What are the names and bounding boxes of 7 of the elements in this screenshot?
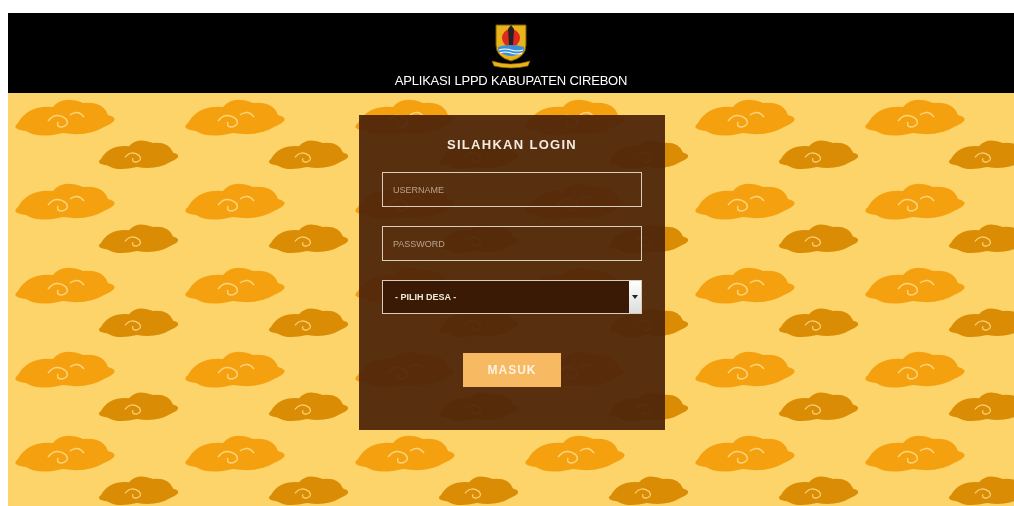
village-dropdown[interactable]: - PILIH DESA - (382, 280, 642, 314)
crest-logo-icon (490, 21, 532, 69)
login-heading: SILAHKAN LOGIN (446, 137, 578, 152)
app-title: APLIKASI LPPD KABUPATEN CIREBON (394, 73, 628, 89)
password-field[interactable]: PASSWORD (382, 226, 642, 261)
username-field[interactable]: USERNAME (382, 172, 642, 207)
dropdown-caret-icon (632, 295, 638, 299)
